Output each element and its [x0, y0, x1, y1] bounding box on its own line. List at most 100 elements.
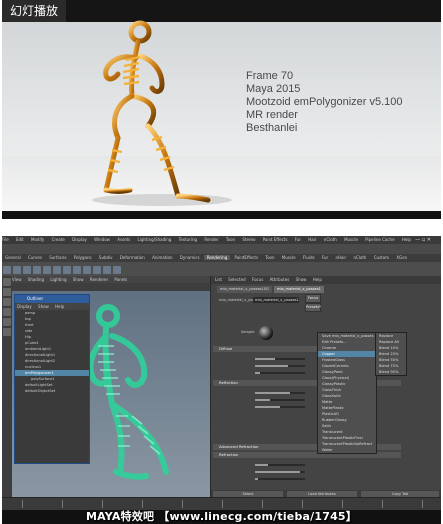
outliner-menu-display[interactable]: Display — [17, 304, 32, 309]
ae-menu-help[interactable]: Help — [313, 277, 322, 282]
menu-display[interactable]: Display — [72, 237, 87, 242]
ae-tab[interactable]: mia_material_x_passes1SG — [217, 286, 272, 293]
outliner-menu-show[interactable]: Show — [38, 304, 49, 309]
presets-button[interactable]: Presets* — [305, 303, 321, 312]
ae-menu-list[interactable]: List — [215, 277, 222, 282]
menu-render[interactable]: Render — [204, 237, 218, 242]
shelf-icon[interactable] — [73, 266, 81, 274]
ae-menu-focus[interactable]: Focus — [252, 277, 263, 282]
diffuse-weight-slider[interactable] — [255, 365, 305, 367]
blend-option[interactable]: Blend 90% — [376, 369, 406, 375]
outliner-item[interactable]: defaultObjectSet — [15, 388, 89, 394]
menu-pipeline-cache[interactable]: Pipeline Cache — [365, 237, 394, 242]
outliner-menu: Display Show Help — [15, 303, 89, 310]
paint-select-icon[interactable] — [3, 298, 11, 306]
focus-button[interactable]: Focus — [305, 294, 321, 303]
shelf-tab[interactable]: Curves — [25, 255, 45, 260]
rotate-tool-icon[interactable] — [3, 318, 11, 326]
shelf-tab[interactable]: nHair — [332, 255, 349, 260]
ae-menu-selected[interactable]: Selected — [228, 277, 245, 282]
shelf-icon[interactable] — [83, 266, 91, 274]
toolbox — [2, 276, 12, 498]
select-tool-icon[interactable] — [3, 278, 11, 286]
preset-menu-item[interactable]: Water — [318, 447, 376, 453]
attribute-editor-menu: List Selected Focus Attributes Show Help — [211, 276, 441, 284]
diffuse-color-slider[interactable] — [255, 358, 305, 360]
window-controls-icon[interactable]: — ▫ ✕ — [415, 236, 431, 244]
menu-muscle[interactable]: Muscle — [344, 237, 358, 242]
shelf-tab[interactable]: Deformation — [117, 255, 148, 260]
ae-tabs: mia_material_x_passes1SG mia_material_x_… — [217, 286, 325, 293]
renderer: MR render — [246, 109, 298, 121]
shelf-icon[interactable] — [43, 266, 51, 274]
main-menu-bar: File Edit Modify Create Display Window A… — [2, 236, 441, 244]
menu-create[interactable]: Create — [52, 237, 65, 242]
reflection-glossiness-slider[interactable] — [255, 406, 305, 408]
ae-name-field[interactable]: mia_material_x_passes1 — [253, 297, 299, 303]
menu-ncloth[interactable]: nCloth — [324, 237, 337, 242]
shelf-tabs: General Curves Surfaces Polygons Subdiv … — [2, 254, 441, 262]
menu-window[interactable]: Window — [94, 237, 110, 242]
perspective-viewport[interactable]: View Shading Lighting Show Renderer Pane… — [12, 276, 210, 498]
transparency-slider[interactable] — [255, 478, 305, 480]
shelf-tab[interactable]: PaintEffects — [232, 255, 262, 260]
shelf-tab[interactable]: Animation — [149, 255, 175, 260]
shelf-tab[interactable]: Polygons — [71, 255, 95, 260]
menu-fur[interactable]: Fur — [295, 237, 301, 242]
shelf-icon[interactable] — [63, 266, 71, 274]
menu-edit[interactable]: Edit — [16, 237, 24, 242]
material-swatch — [259, 326, 273, 340]
ae-tab-active[interactable]: mia_material_x_passes1 — [274, 286, 324, 293]
shelf-icon[interactable] — [103, 266, 111, 274]
diffuse-roughness-slider[interactable] — [255, 372, 305, 374]
menu-stereo[interactable]: Stereo — [242, 237, 255, 242]
menu-toon[interactable]: Toon — [226, 237, 235, 242]
shelf-icon[interactable] — [53, 266, 61, 274]
shelf-tab[interactable]: General — [2, 255, 24, 260]
shelf-icon[interactable] — [113, 266, 121, 274]
refraction-color-slider[interactable] — [255, 471, 305, 473]
lasso-tool-icon[interactable] — [3, 288, 11, 296]
menu-file[interactable]: File — [2, 237, 9, 242]
shelf-tab[interactable]: Toon — [262, 255, 277, 260]
shelf-tab[interactable]: Surfaces — [46, 255, 69, 260]
menu-hair[interactable]: Hair — [308, 237, 316, 242]
shelf-tab[interactable]: Muscle — [279, 255, 299, 260]
shelf-tab[interactable]: nCloth — [350, 255, 369, 260]
shelf-tab[interactable]: Dynamics — [177, 255, 203, 260]
shelf-icon[interactable] — [3, 266, 11, 274]
shelf-icon[interactable] — [93, 266, 101, 274]
outliner-title[interactable]: Outliner — [15, 295, 89, 303]
move-tool-icon[interactable] — [3, 308, 11, 316]
shelf-tab[interactable]: Custom — [371, 255, 392, 260]
shelf-icons — [2, 262, 441, 277]
menu-paint-effects[interactable]: Paint Effects — [263, 237, 288, 242]
shelf-icon[interactable] — [13, 266, 21, 274]
shelf-icon[interactable] — [33, 266, 41, 274]
reflectivity-slider[interactable] — [255, 399, 305, 401]
sample-label: Sample — [241, 330, 255, 334]
menu-modify[interactable]: Modify — [31, 237, 44, 242]
menu-lighting-shading[interactable]: Lighting/Shading — [138, 237, 172, 242]
shelf-icon[interactable] — [23, 266, 31, 274]
shelf-tab[interactable]: XGen — [393, 255, 410, 260]
shelf-tab[interactable]: Fluids — [300, 255, 318, 260]
shelf-tab[interactable]: Subdiv — [96, 255, 116, 260]
render-info-text: Frame 70 Maya 2015 Mootzoid emPolygonize… — [246, 70, 403, 135]
maya-window: File Edit Modify Create Display Window A… — [2, 236, 441, 524]
shelf-tab-active[interactable]: Rendering — [203, 255, 231, 260]
ae-menu-show[interactable]: Show — [296, 277, 307, 282]
reflection-color-slider[interactable] — [255, 392, 305, 394]
scale-tool-icon[interactable] — [3, 328, 11, 336]
menu-help[interactable]: Help — [402, 237, 411, 242]
menu-assets[interactable]: Assets — [117, 237, 130, 242]
plugin-version: Mootzoid emPolygonizer v5.100 — [246, 96, 403, 108]
preset-blend-submenu: Replace Replace All Blend 10% Blend 25% … — [375, 332, 407, 376]
ae-menu-attributes[interactable]: Attributes — [270, 277, 290, 282]
shelf-tab[interactable]: Fur — [319, 255, 331, 260]
author: Besthanlei — [246, 122, 298, 134]
menu-texturing[interactable]: Texturing — [179, 237, 197, 242]
outliner-menu-help[interactable]: Help — [55, 304, 64, 309]
time-slider[interactable] — [2, 497, 441, 510]
refraction-ior-slider[interactable] — [255, 464, 305, 466]
